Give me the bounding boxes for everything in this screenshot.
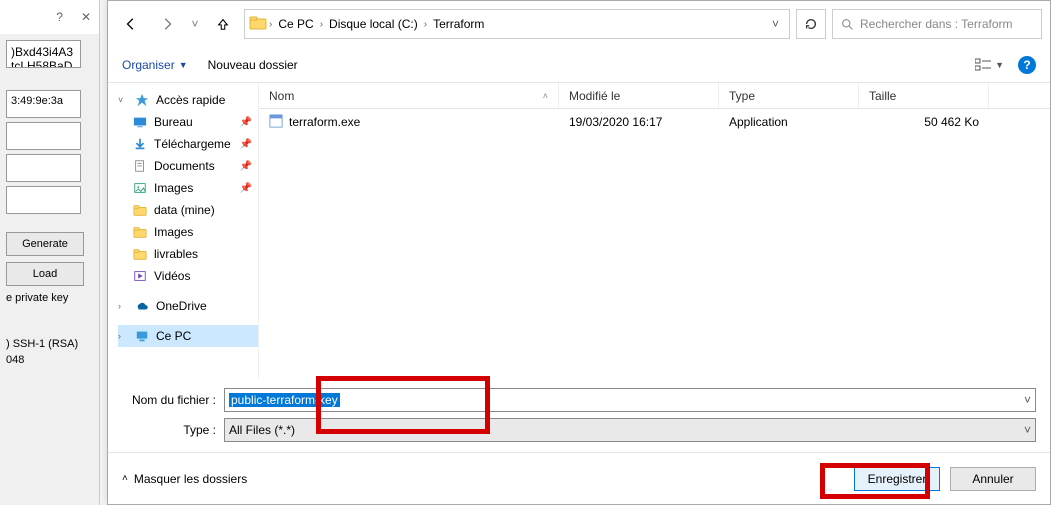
sidebar-item-quick-access[interactable]: Accès rapide	[156, 93, 225, 107]
filetype-label: Type :	[122, 423, 224, 437]
organise-menu[interactable]: Organiser ▼	[122, 58, 188, 72]
column-headers[interactable]: Nom ˄ Modifié le Type Taille	[259, 83, 1050, 109]
search-input[interactable]: Rechercher dans : Terraform	[832, 9, 1042, 39]
refresh-button[interactable]	[796, 9, 826, 39]
cancel-button[interactable]: Annuler	[950, 467, 1036, 491]
exe-icon	[269, 114, 283, 131]
ssh1-rsa-radio[interactable]: ) SSH-1 (RSA)	[6, 338, 93, 350]
generate-button[interactable]: Generate	[6, 232, 84, 256]
chevron-up-icon: ˄	[122, 473, 128, 484]
sidebar-item-onedrive[interactable]: OneDrive	[156, 299, 207, 313]
onedrive-icon	[134, 298, 150, 314]
sidebar-item-images2[interactable]: Images	[154, 225, 193, 239]
crumb-cepc[interactable]: Ce PC	[274, 17, 317, 31]
file-modified: 19/03/2020 16:17	[559, 115, 719, 129]
help-icon[interactable]: ?	[56, 10, 63, 24]
col-modified[interactable]: Modifié le	[559, 83, 719, 108]
documents-icon	[132, 158, 148, 174]
sidebar-item-downloads[interactable]: Téléchargeme	[154, 137, 231, 151]
file-type: Application	[719, 115, 859, 129]
col-type[interactable]: Type	[719, 83, 859, 108]
confirm-field[interactable]	[6, 186, 81, 214]
folder-icon	[249, 14, 267, 35]
navigation-pane[interactable]: ˅Accès rapide Bureau📌 Téléchargeme📌 Docu…	[108, 83, 258, 378]
up-button[interactable]	[208, 9, 238, 39]
pin-icon: 📌	[240, 161, 252, 172]
crumb-disk[interactable]: Disque local (C:)	[325, 17, 422, 31]
col-size[interactable]: Taille	[859, 83, 989, 108]
crumb-terraform[interactable]: Terraform	[429, 17, 488, 31]
dialog-footer: ˄ Masquer les dossiers Enregistrer Annul…	[108, 452, 1050, 504]
pin-icon: 📌	[240, 117, 252, 128]
file-list[interactable]: Nom ˄ Modifié le Type Taille terraform.e…	[258, 83, 1050, 378]
filetype-select[interactable]: All Files (*.*)˅	[224, 418, 1036, 442]
load-button[interactable]: Load	[6, 262, 84, 286]
bits-field[interactable]: 048	[6, 354, 93, 366]
chevron-down-icon[interactable]: ˅	[1024, 423, 1031, 437]
sidebar-item-livrables[interactable]: livrables	[154, 247, 198, 261]
chevron-down-icon[interactable]: ˅	[1024, 393, 1031, 407]
file-size: 50 462 Ko	[859, 115, 989, 129]
search-icon	[841, 18, 854, 31]
desktop-icon	[132, 114, 148, 130]
filename-label: Nom du fichier :	[122, 393, 224, 407]
back-button[interactable]	[116, 9, 146, 39]
sidebar-item-documents[interactable]: Documents	[154, 159, 215, 173]
chevron-down-icon: ▼	[179, 60, 188, 70]
breadcrumb[interactable]: › Ce PC › Disque local (C:) › Terraform …	[244, 9, 790, 39]
view-mode-button[interactable]: ▼	[975, 58, 1004, 72]
chevron-down-icon[interactable]: ˅	[766, 17, 785, 31]
quick-access-icon	[134, 92, 150, 108]
file-row[interactable]: terraform.exe 19/03/2020 16:17 Applicati…	[259, 109, 1050, 135]
forward-button	[152, 9, 182, 39]
save-private-key-button[interactable]: e private key	[6, 292, 93, 304]
passphrase-field[interactable]	[6, 154, 81, 182]
file-name: terraform.exe	[289, 115, 360, 129]
sort-asc-icon: ˄	[543, 91, 548, 101]
fingerprint-field[interactable]: 3:49:9e:3a	[6, 90, 81, 118]
sidebar-item-data[interactable]: data (mine)	[154, 203, 215, 217]
hide-folders-toggle[interactable]: ˄ Masquer les dossiers	[122, 472, 247, 486]
folder-icon	[132, 224, 148, 240]
folder-icon	[132, 246, 148, 262]
videos-icon	[132, 268, 148, 284]
puttygen-window-fragment: ? ✕ )Bxd43i4A3tcLH58BaD 3:49:9e:3a Gener…	[0, 0, 100, 505]
recent-dropdown[interactable]: ˅	[188, 9, 202, 39]
images-icon	[132, 180, 148, 196]
comment-field[interactable]	[6, 122, 81, 150]
filename-form: Nom du fichier : public-terraform-key˅ T…	[108, 378, 1050, 452]
save-button[interactable]: Enregistrer	[854, 467, 940, 491]
help-icon[interactable]: ?	[1018, 56, 1036, 74]
sidebar-item-images[interactable]: Images	[154, 181, 193, 195]
filename-input[interactable]: public-terraform-key˅	[224, 388, 1036, 412]
folder-icon	[132, 202, 148, 218]
save-file-dialog: ˅ › Ce PC › Disque local (C:) › Terrafor…	[107, 0, 1051, 505]
pc-icon	[134, 328, 150, 344]
address-bar-row: ˅ › Ce PC › Disque local (C:) › Terrafor…	[108, 1, 1050, 47]
sidebar-item-cepc[interactable]: Ce PC	[156, 329, 191, 343]
pin-icon: 📌	[240, 183, 252, 194]
col-name[interactable]: Nom	[269, 89, 294, 103]
sidebar-item-bureau[interactable]: Bureau	[154, 115, 193, 129]
sidebar-item-videos[interactable]: Vidéos	[154, 269, 190, 283]
close-icon[interactable]: ✕	[81, 10, 91, 24]
toolbar: Organiser ▼ Nouveau dossier ▼ ?	[108, 47, 1050, 83]
new-folder-button[interactable]: Nouveau dossier	[208, 58, 298, 72]
key-text-area[interactable]: )Bxd43i4A3tcLH58BaD	[6, 40, 81, 68]
download-icon	[132, 136, 148, 152]
pin-icon: 📌	[240, 139, 252, 150]
